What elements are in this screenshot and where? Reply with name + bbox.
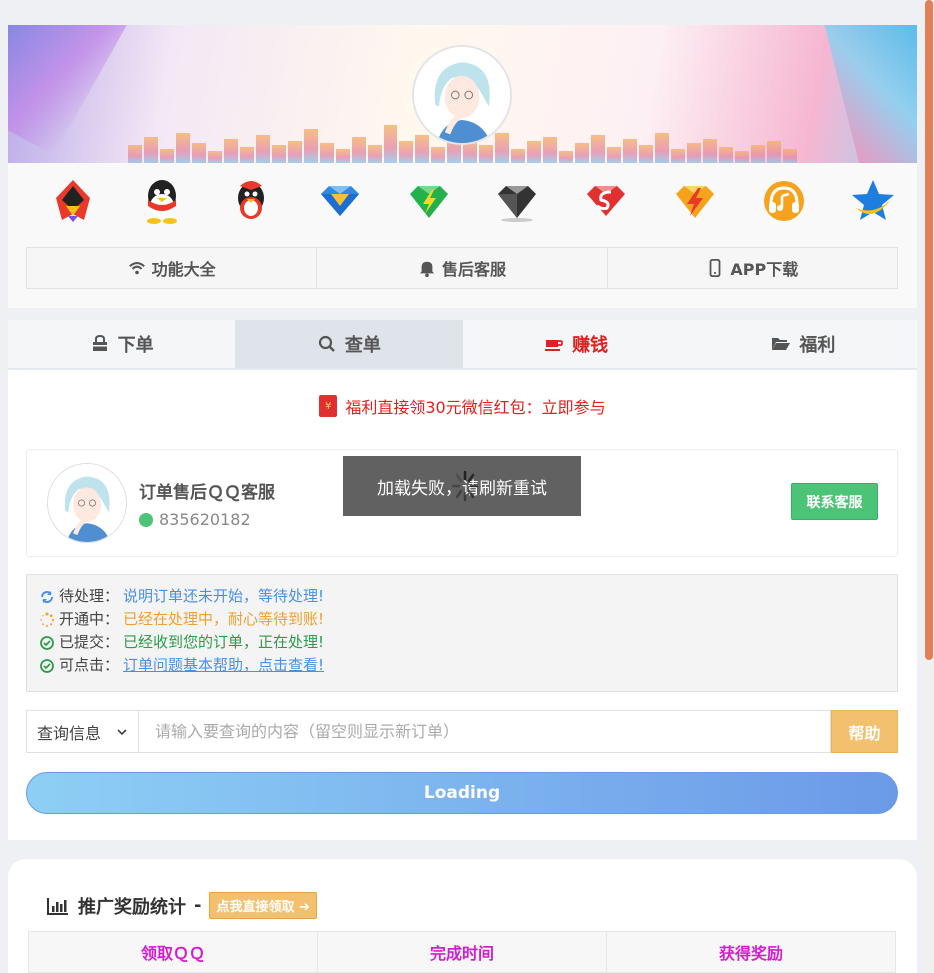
mobile-icon <box>709 259 721 277</box>
after-sales-label: 售后客服 <box>441 260 506 279</box>
music-icon[interactable] <box>759 173 809 229</box>
red-penguin-icon[interactable] <box>226 173 276 229</box>
stats-title: 推广奖励统计 <box>78 896 186 918</box>
tab-bar: 下单 查单 赚钱 福利 <box>8 320 917 370</box>
refresh-icon <box>41 590 53 603</box>
scrollbar-thumb[interactable] <box>925 0 933 660</box>
promo-link[interactable]: ¥ 福利直接领30元微信红包：立即参与 <box>8 394 917 418</box>
blue-diamond-icon[interactable] <box>315 173 365 229</box>
claim-label: 点我直接领取 <box>216 900 295 915</box>
promo-text: 福利直接领30元微信红包：立即参与 <box>345 398 606 417</box>
bar-chart-icon <box>47 897 68 915</box>
tab-welfare[interactable]: 福利 <box>690 320 917 368</box>
tab-earn-label: 赚钱 <box>572 335 609 356</box>
avatar <box>412 45 512 145</box>
qq-penguin-icon[interactable] <box>137 173 187 229</box>
star-icon[interactable] <box>848 173 898 229</box>
red-packet-icon: ¥ <box>319 395 338 417</box>
legend-submitted-desc: 已经收到您的订单，正在处理! <box>123 633 325 651</box>
legend-submitted: 已提交： 已经收到您的订单，正在处理! <box>39 631 897 654</box>
header-nav: 功能大全 售后客服 APP下载 <box>26 247 898 289</box>
app-download-label: APP下载 <box>730 260 799 279</box>
column-finish-time: 完成时间 <box>318 932 607 972</box>
arrow-right-icon: ➔ <box>299 900 310 915</box>
tab-order-label: 下单 <box>117 335 154 356</box>
contact-service-button[interactable]: 联系客服 <box>791 483 878 520</box>
app-download-button[interactable]: APP下载 <box>608 248 897 288</box>
features-label: 功能大全 <box>151 260 216 279</box>
legend-pending: 待处理： 说明订单还未开始，等待处理! <box>39 585 897 608</box>
spinner-icon <box>451 470 479 502</box>
loading-button[interactable]: Loading <box>26 772 898 814</box>
help-link[interactable]: 订单问题基本帮助，点击查看! <box>123 654 324 677</box>
stats-table-header: 领取ＱＱ 完成时间 获得奖励 <box>28 931 896 973</box>
stats-header: 推广奖励统计 - 点我直接领取 ➔ <box>46 892 317 919</box>
tab-welfare-label: 福利 <box>799 335 836 356</box>
service-qq-number: 835620182 <box>159 510 251 529</box>
query-type-select[interactable]: 查询信息 <box>26 710 139 753</box>
check-circle-icon <box>40 635 54 650</box>
red-diamond-icon[interactable] <box>581 173 631 229</box>
online-status-icon <box>139 512 153 527</box>
folder-open-icon <box>772 338 791 350</box>
error-toast: 加载失败，请刷新重试 <box>343 456 581 516</box>
promotion-stats-card: 推广奖励统计 - 点我直接领取 ➔ 领取ＱＱ 完成时间 获得奖励 <box>8 859 917 973</box>
legend-activating-desc: 已经在处理中，耐心等待到账! <box>123 610 325 628</box>
column-reward: 获得奖励 <box>718 944 783 963</box>
query-input[interactable] <box>139 710 831 753</box>
page-scrollbar[interactable] <box>924 0 934 973</box>
coffee-icon <box>545 340 564 351</box>
chevron-down-icon <box>117 728 127 735</box>
legend-pending-desc: 说明订单还未开始，等待处理! <box>123 587 325 605</box>
legend-activating-label: 开通中： <box>59 610 120 628</box>
check-circle-icon <box>40 658 54 673</box>
search-icon <box>318 335 335 352</box>
query-type-value: 查询信息 <box>37 723 102 743</box>
spinner-dots-icon <box>40 612 55 627</box>
yellow-lightning-diamond-icon[interactable] <box>670 173 720 229</box>
features-button[interactable]: 功能大全 <box>27 248 318 288</box>
stats-separator: - <box>194 895 202 916</box>
tab-earn[interactable]: 赚钱 <box>463 320 690 368</box>
service-name: 订单售后ＱＱ客服 <box>139 483 275 503</box>
legend-submitted-label: 已提交： <box>59 633 120 651</box>
after-sales-button[interactable]: 售后客服 <box>317 248 608 288</box>
service-avatar <box>47 463 127 543</box>
wifi-icon <box>128 262 145 275</box>
tab-query-label: 查单 <box>344 335 381 356</box>
tab-order[interactable]: 下单 <box>8 320 235 368</box>
qq-vip-penguin-icon[interactable] <box>48 173 98 229</box>
column-qq: 领取ＱＱ <box>29 932 318 972</box>
help-button[interactable]: 帮助 <box>831 710 898 753</box>
service-icon-row <box>48 173 898 229</box>
bell-icon <box>419 261 435 277</box>
legend-activating: 开通中： 已经在处理中，耐心等待到账! <box>39 608 897 631</box>
legend-clickable-label: 可点击： <box>59 656 120 674</box>
order-card: 下单 查单 赚钱 福利 ¥ 福利直接领30元微信红包：立即参与 订单售后ＱＱ客服… <box>8 320 917 840</box>
legend-clickable: 可点击： 订单问题基本帮助，点击查看! <box>39 654 897 677</box>
service-qq: 835620182 <box>139 510 251 529</box>
green-diamond-icon[interactable] <box>404 173 454 229</box>
query-bar: 查询信息 帮助 <box>26 710 898 753</box>
header-card: 功能大全 售后客服 APP下载 <box>8 25 917 308</box>
shopping-bag-icon <box>92 334 107 351</box>
status-legend: 待处理： 说明订单还未开始，等待处理! 开通中： 已经在处理中，耐心等待到账! … <box>26 574 898 692</box>
claim-button[interactable]: 点我直接领取 ➔ <box>209 892 317 919</box>
legend-pending-label: 待处理： <box>59 587 120 605</box>
tab-query[interactable]: 查单 <box>235 320 463 368</box>
black-diamond-icon[interactable] <box>492 173 542 229</box>
